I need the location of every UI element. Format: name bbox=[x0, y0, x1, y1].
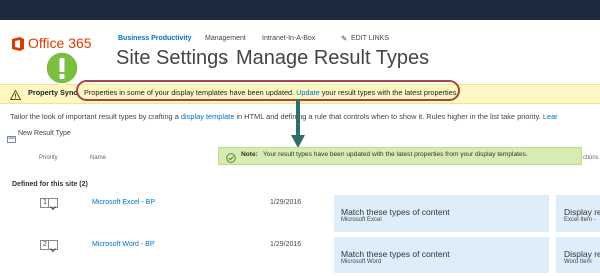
result-type-name-link[interactable]: Microsoft Word - BP bbox=[92, 241, 155, 248]
brand-name: Office 365 bbox=[28, 35, 92, 51]
office-logo-icon[interactable] bbox=[10, 36, 26, 52]
match-subtitle: Microsoft Word bbox=[341, 259, 382, 265]
priority-value: 1 bbox=[43, 199, 47, 206]
chevron-down-icon[interactable] bbox=[48, 240, 58, 253]
match-subtitle: Microsoft Excel bbox=[341, 217, 382, 223]
chevron-down-icon[interactable] bbox=[48, 198, 58, 211]
arrow-down-icon bbox=[291, 99, 305, 149]
page-subtitle: Manage Result Types bbox=[236, 47, 430, 69]
group-heading[interactable]: Defined for this site (2) bbox=[12, 181, 88, 188]
display-subtitle: Excel Item - bbox=[564, 217, 596, 223]
new-item-icon[interactable] bbox=[7, 130, 16, 143]
header-name[interactable]: Name bbox=[90, 155, 106, 161]
suite-bar bbox=[0, 0, 600, 20]
display-subtitle: Word Item bbox=[564, 259, 592, 265]
learn-more-link[interactable]: Lear bbox=[543, 112, 558, 121]
nav-management[interactable]: Management bbox=[205, 35, 246, 42]
page-description: Tailor the look of important result type… bbox=[10, 112, 558, 121]
edit-links[interactable]: EDIT LINKS bbox=[351, 35, 389, 42]
display-title: Display re bbox=[564, 207, 600, 217]
modified-date: 1/29/2016 bbox=[270, 199, 302, 206]
description-middle: in HTML and defining a rule that control… bbox=[236, 112, 541, 121]
match-title: Match these types of content bbox=[341, 207, 450, 217]
header-priority[interactable]: Priority bbox=[39, 155, 58, 161]
priority-value: 2 bbox=[43, 241, 47, 248]
warning-label: Property Sync bbox=[28, 88, 78, 97]
display-title: Display re bbox=[564, 249, 600, 259]
match-title: Match these types of content bbox=[341, 249, 450, 259]
edit-icon[interactable]: ✎ bbox=[341, 34, 347, 43]
breadcrumb-separator: › bbox=[222, 53, 226, 67]
nav-intranet-in-a-box[interactable]: Intranet-In-A-Box bbox=[262, 35, 315, 42]
display-template-link[interactable]: display template bbox=[181, 112, 234, 121]
header-actions[interactable]: ctions bbox=[583, 155, 599, 161]
note-message: Your result types have been updated with… bbox=[263, 151, 528, 158]
highlight-ring bbox=[76, 80, 460, 101]
result-type-name-link[interactable]: Microsoft Excel - BP bbox=[92, 199, 155, 206]
warning-icon bbox=[9, 87, 22, 100]
exclamation-callout-icon bbox=[44, 51, 80, 85]
check-circle-icon bbox=[226, 150, 236, 163]
new-result-type-link[interactable]: New Result Type bbox=[18, 130, 71, 137]
description-start: Tailor the look of important result type… bbox=[10, 112, 179, 121]
modified-date: 1/29/2016 bbox=[270, 241, 302, 248]
note-label: Note: bbox=[241, 151, 258, 158]
nav-business-productivity[interactable]: Business Productivity bbox=[118, 35, 192, 42]
page-title: Site Settings bbox=[116, 47, 229, 69]
